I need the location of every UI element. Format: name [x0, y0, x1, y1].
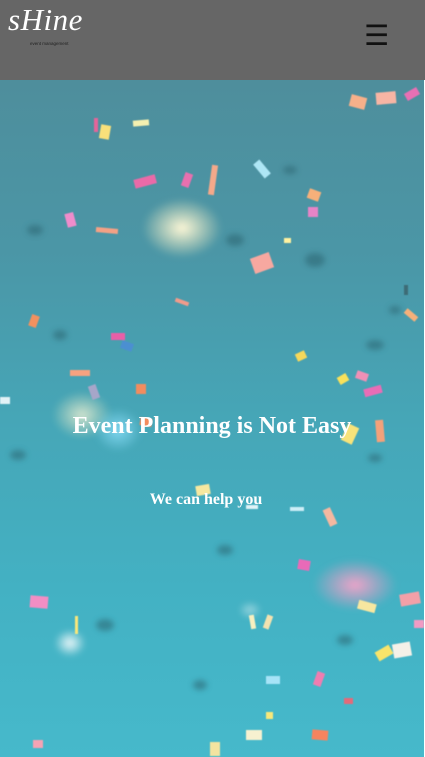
brand-logo[interactable]: sHine event management [8, 2, 83, 47]
hamburger-menu-icon[interactable]: ☰ [364, 21, 389, 51]
logo-text: sHine [8, 2, 83, 37]
logo-tagline: event management [30, 41, 69, 46]
hero-section: Event Planning is Not Easy We can help y… [0, 80, 424, 757]
page: sHine event management ☰ Event Planning … [0, 0, 425, 757]
hero-headline: Event Planning is Not Easy [72, 413, 352, 440]
top-nav-bar: sHine event management ☰ [0, 0, 425, 80]
hero-subheadline: We can help you [149, 491, 263, 508]
